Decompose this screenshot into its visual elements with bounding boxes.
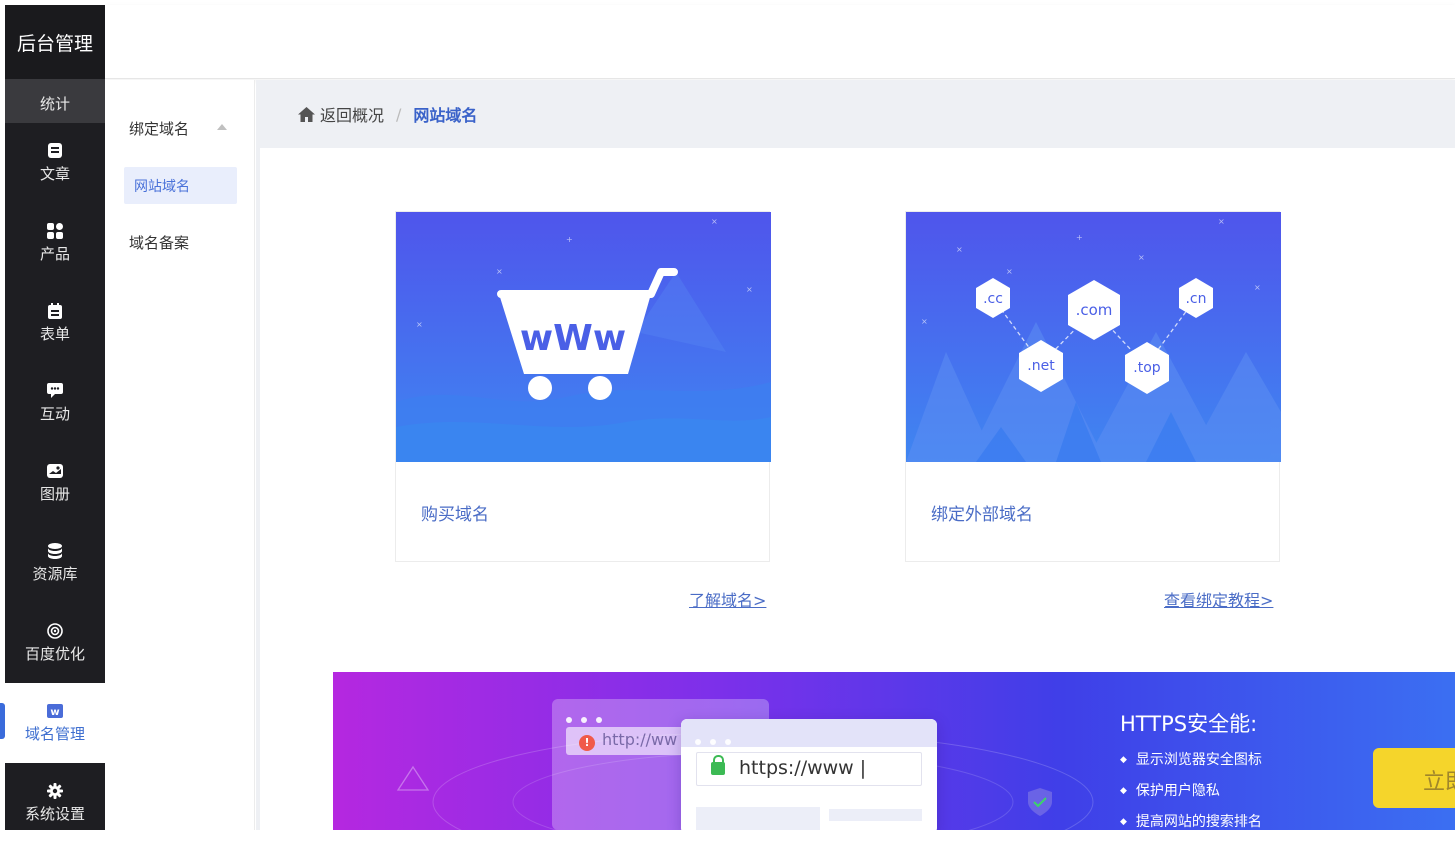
banner-title: HTTPS安全能: xyxy=(1120,712,1258,736)
buy-domain-caption: 购买域名 xyxy=(421,505,489,525)
svg-text:×: × xyxy=(921,317,928,326)
warning-icon: ! xyxy=(579,735,595,751)
tld-cn: .cn xyxy=(1185,291,1206,307)
svg-text:×: × xyxy=(711,217,718,226)
sidebar-item-label: 表单 xyxy=(39,324,70,343)
tld-cc: .cc xyxy=(983,291,1003,307)
https-address-bar: https://www | xyxy=(696,752,922,786)
learn-domain-link[interactable]: 了解域名> xyxy=(689,587,766,611)
sidebar-item-label: 产品 xyxy=(39,244,70,263)
bind-domain-caption: 绑定外部域名 xyxy=(931,505,1033,525)
tld-top: .top xyxy=(1133,360,1161,376)
window-dots xyxy=(566,708,611,727)
lock-icon xyxy=(711,755,725,775)
breadcrumb: 返回概况 / 网站域名 xyxy=(256,80,1455,148)
top-header xyxy=(105,5,1455,79)
feature-item: 保护用户隐私 xyxy=(1120,777,1262,808)
www-art-text: wWw xyxy=(520,318,626,359)
home-icon xyxy=(298,106,315,122)
svg-text:×: × xyxy=(956,245,963,254)
tld-network-illustration: × + × × × × × .cc .com .cn .net .top xyxy=(906,212,1281,462)
buy-domain-card[interactable]: × × + × × wWw 购买域名 xyxy=(395,211,771,562)
window-titlebar xyxy=(681,719,937,747)
sidebar-item-articles[interactable]: 文章 xyxy=(5,123,105,203)
svg-text:+: + xyxy=(1076,233,1083,242)
bind-tutorial-link[interactable]: 查看绑定教程> xyxy=(1164,587,1273,611)
svg-text:+: + xyxy=(566,235,573,244)
http-url-text: http://ww xyxy=(602,730,678,749)
http-address-bar: ! http://ww xyxy=(566,727,696,755)
sidebar-item-gallery[interactable]: 图册 xyxy=(5,443,105,523)
sidebar-item-settings[interactable]: 系统设置 xyxy=(5,763,105,843)
sidebar-item-stats[interactable]: 统计 xyxy=(5,79,105,123)
caret-up-icon[interactable] xyxy=(217,124,227,130)
tld-com: .com xyxy=(1076,301,1113,319)
app-logo: 后台管理 xyxy=(5,5,105,79)
sidebar-item-label: 百度优化 xyxy=(24,644,85,663)
tld-net: .net xyxy=(1027,358,1055,374)
article-icon xyxy=(47,143,63,159)
svg-text:×: × xyxy=(1006,267,1013,276)
breadcrumb-separator: / xyxy=(396,104,402,124)
svg-text:×: × xyxy=(496,267,503,276)
main-sidebar: 后台管理 统计 文章 产品 表单 互动 图册 资源库 百度优化 w 域名管理 系… xyxy=(5,5,105,830)
sidebar-item-label: 资源库 xyxy=(32,564,78,583)
subnav-item-domain-filing[interactable]: 域名备案 xyxy=(129,232,189,253)
sidebar-item-products[interactable]: 产品 xyxy=(5,203,105,283)
sidebar-item-resources[interactable]: 资源库 xyxy=(5,523,105,603)
buy-now-button[interactable]: 立即 xyxy=(1373,748,1455,808)
svg-text:×: × xyxy=(746,285,753,294)
database-icon xyxy=(47,542,63,559)
placeholder-line xyxy=(829,809,922,821)
svg-text:×: × xyxy=(1218,217,1225,226)
sub-sidebar: 绑定域名 网站域名 域名备案 xyxy=(105,80,255,830)
sidebar-item-label: 互动 xyxy=(39,404,70,423)
sidebar-item-label: 域名管理 xyxy=(24,724,85,743)
breadcrumb-back-link[interactable]: 返回概况 xyxy=(298,102,384,126)
svg-text:w: w xyxy=(50,707,59,718)
https-url-text: https://www | xyxy=(739,757,867,779)
gear-icon xyxy=(47,782,63,799)
sidebar-item-label: 统计 xyxy=(39,94,70,113)
grid-icon xyxy=(47,222,63,239)
domain-w-icon: w xyxy=(47,703,63,719)
placeholder-block xyxy=(696,807,820,830)
sidebar-item-domain[interactable]: w 域名管理 xyxy=(5,683,105,763)
sidebar-item-label: 系统设置 xyxy=(24,804,85,823)
sidebar-item-label: 图册 xyxy=(39,484,70,503)
secure-browser-window: https://www | xyxy=(681,719,937,830)
sidebar-item-label: 文章 xyxy=(39,164,70,183)
active-indicator xyxy=(0,703,5,739)
https-banner[interactable]: ! http://ww https://www | HTTPS安全能: 显示浏览… xyxy=(333,672,1455,830)
shopping-cart-illustration: × × + × × wWw xyxy=(396,212,771,462)
breadcrumb-current: 网站域名 xyxy=(413,106,478,125)
sidebar-item-baidu-seo[interactable]: 百度优化 xyxy=(5,603,105,683)
window-dots xyxy=(695,730,740,749)
feature-item: 显示浏览器安全图标 xyxy=(1120,746,1262,777)
svg-text:×: × xyxy=(1138,253,1145,262)
banner-feature-list: 显示浏览器安全图标 保护用户隐私 提高网站的搜索排名 xyxy=(1120,746,1262,830)
subnav-group-bind-domain[interactable]: 绑定域名 xyxy=(129,118,189,139)
chat-icon xyxy=(47,383,63,399)
svg-text:×: × xyxy=(1254,283,1261,292)
target-icon xyxy=(47,622,63,639)
bind-domain-card[interactable]: × + × × × × × .cc .com .cn .net .top 绑定外部域名 xyxy=(905,211,1281,562)
breadcrumb-back-label: 返回概况 xyxy=(320,106,385,125)
feature-item: 提高网站的搜索排名 xyxy=(1120,808,1262,830)
form-icon xyxy=(47,302,63,319)
gallery-icon xyxy=(47,463,63,479)
subnav-item-site-domain[interactable]: 网站域名 xyxy=(124,167,237,204)
sidebar-item-forms[interactable]: 表单 xyxy=(5,283,105,363)
svg-text:×: × xyxy=(416,320,423,329)
sidebar-item-interaction[interactable]: 互动 xyxy=(5,363,105,443)
